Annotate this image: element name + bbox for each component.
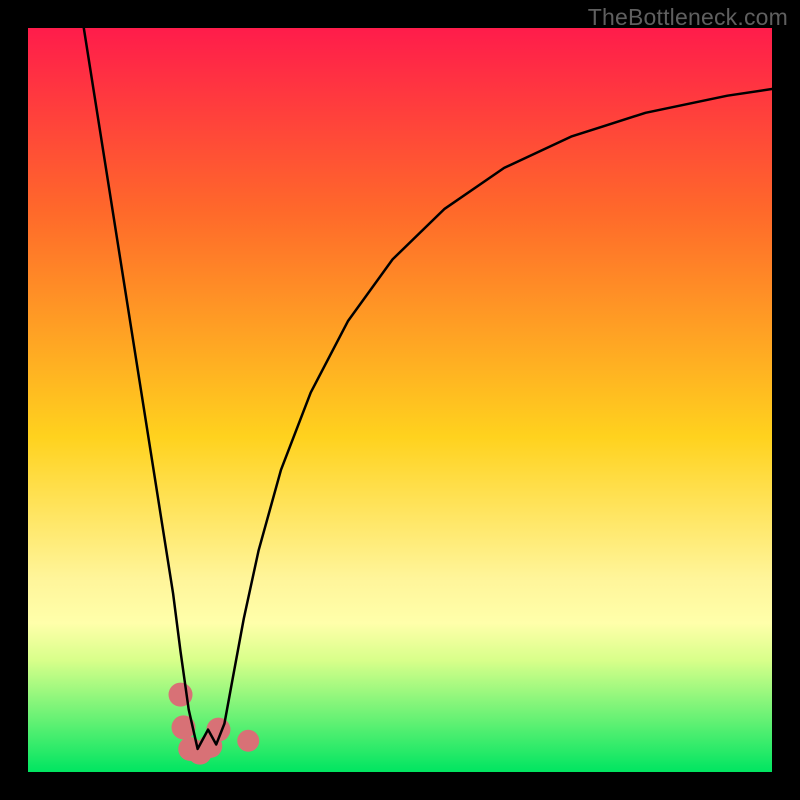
- bottleneck-chart: [28, 28, 772, 772]
- chart-frame: [28, 28, 772, 772]
- marker-7: [237, 730, 259, 752]
- gradient-background: [28, 28, 772, 772]
- attribution-text: TheBottleneck.com: [588, 4, 788, 31]
